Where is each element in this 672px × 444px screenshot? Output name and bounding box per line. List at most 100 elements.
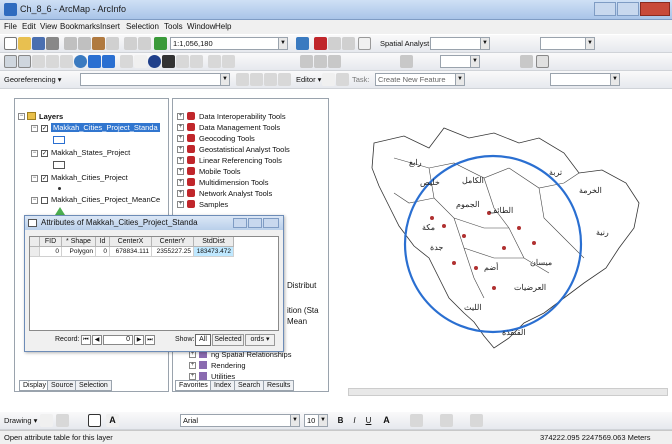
map-horizontal-scrollbar[interactable] [348, 388, 668, 396]
tab-search[interactable]: Search [234, 380, 265, 391]
menu-tools[interactable]: Tools [164, 22, 183, 31]
attribute-grid[interactable]: FID * Shape Id CenterX CenterY StdDist 0… [29, 236, 279, 331]
layer-checkbox[interactable] [41, 197, 48, 204]
back-icon[interactable] [88, 55, 101, 68]
pan-icon[interactable] [60, 55, 73, 68]
georeferencing-menu[interactable]: Georeferencing ▾ [4, 75, 62, 84]
city-point[interactable] [442, 224, 446, 228]
menu-view[interactable]: View [40, 22, 57, 31]
link-icon[interactable] [264, 73, 277, 86]
bold-icon[interactable]: B [334, 414, 347, 427]
forward-icon[interactable] [102, 55, 115, 68]
sketch-tool-icon[interactable] [336, 73, 349, 86]
select-features-icon[interactable] [120, 55, 133, 68]
last-record-button[interactable]: ⏭ [145, 335, 155, 345]
print-icon[interactable] [46, 37, 59, 50]
layout-view-icon[interactable] [222, 55, 235, 68]
tab-selection[interactable]: Selection [75, 380, 112, 391]
layout-align-icon[interactable] [328, 55, 341, 68]
column-header-centerx[interactable]: CenterX [110, 237, 152, 247]
spatial-analyst-menu[interactable]: Spatial Analyst ▾ [380, 39, 435, 48]
table-cell[interactable]: 0 [40, 247, 62, 257]
prev-record-button[interactable]: ◀ [92, 335, 102, 345]
measure-icon[interactable] [176, 55, 189, 68]
hyperlink-icon[interactable] [190, 55, 203, 68]
model-builder-icon[interactable] [342, 37, 355, 50]
grid-tool-icon[interactable] [314, 55, 327, 68]
georef-layer-combo[interactable]: ▼ [80, 73, 230, 86]
toc-layer-label[interactable]: Makkah_States_Project [51, 148, 130, 157]
layout-zoom-combo[interactable]: ▼ [440, 55, 480, 68]
arctoolbox-icon[interactable] [314, 37, 327, 50]
city-point[interactable] [517, 226, 521, 230]
column-header-stddist[interactable]: StdDist [194, 237, 234, 247]
paste-icon[interactable] [92, 37, 105, 50]
city-point[interactable] [462, 234, 466, 238]
fixed-zoom-out-icon[interactable] [46, 55, 59, 68]
expand-icon[interactable]: + [177, 157, 184, 164]
polygon-symbol-icon[interactable] [53, 136, 65, 144]
text-icon[interactable]: A [106, 414, 119, 427]
map-canvas[interactable] [334, 98, 672, 396]
expand-icon[interactable]: + [177, 179, 184, 186]
column-header-fid[interactable]: FID [40, 237, 62, 247]
minimize-button[interactable] [233, 218, 247, 228]
select-elements-icon[interactable] [40, 414, 53, 427]
city-point[interactable] [532, 241, 536, 245]
menu-help[interactable]: Help [215, 22, 231, 31]
rotate-icon[interactable] [236, 73, 249, 86]
expand-icon[interactable]: + [177, 146, 184, 153]
rotate-icon[interactable] [56, 414, 69, 427]
editor-menu[interactable]: Editor ▾ [296, 75, 321, 84]
delete-icon[interactable] [106, 37, 119, 50]
expand-icon[interactable]: + [177, 135, 184, 142]
layer-checkbox[interactable]: ✓ [41, 150, 48, 157]
table-cell[interactable]: 0 [96, 247, 110, 257]
city-point[interactable] [452, 261, 456, 265]
italic-icon[interactable]: I [348, 414, 361, 427]
tab-source[interactable]: Source [47, 380, 78, 391]
show-selected-button[interactable]: Selected [212, 334, 244, 346]
expand-icon[interactable]: + [177, 124, 184, 131]
tab-results[interactable]: Results [263, 380, 295, 391]
polygon-symbol-icon[interactable] [53, 161, 65, 169]
topology-icon[interactable] [300, 55, 313, 68]
attribute-table-window[interactable]: Attributes of Makkah_Cities_Project_Stan… [24, 215, 284, 352]
minimize-button[interactable] [594, 2, 616, 16]
expand-icon[interactable]: + [189, 362, 196, 369]
collapse-icon[interactable]: − [31, 197, 38, 204]
first-record-button[interactable]: ⏮ [81, 335, 91, 345]
tab-index[interactable]: Index [210, 380, 236, 391]
shift-icon[interactable] [250, 73, 263, 86]
raster-combo[interactable]: ▼ [540, 37, 595, 50]
tab-display[interactable]: Display [19, 380, 50, 391]
table-cell[interactable]: 183473.472 [194, 247, 234, 257]
next-record-button[interactable]: ▶ [134, 335, 144, 345]
point-symbol-icon[interactable] [58, 187, 61, 190]
find-icon[interactable] [162, 55, 175, 68]
marker-color-icon[interactable] [470, 414, 483, 427]
expand-icon[interactable]: + [189, 351, 196, 358]
full-extent-icon[interactable] [74, 55, 87, 68]
collapse-icon[interactable]: − [31, 175, 38, 182]
maximize-button[interactable] [248, 218, 262, 228]
edit-tool-icon[interactable] [322, 73, 335, 86]
close-button[interactable] [640, 2, 670, 16]
toc-layer-label[interactable]: Makkah_Cities_Project_Standa [51, 123, 160, 132]
column-header-centery[interactable]: CenterY [152, 237, 194, 247]
select-elements-icon[interactable] [134, 55, 147, 68]
rectangle-icon[interactable] [88, 414, 101, 427]
table-cell[interactable]: 2355227.25 [152, 247, 194, 257]
toc-layer-label[interactable]: Makkah_Cities_Project_MeanCe [51, 195, 160, 204]
underline-icon[interactable]: U [362, 414, 375, 427]
expand-icon[interactable]: + [177, 190, 184, 197]
font-combo[interactable]: Arial ▼ [180, 414, 300, 427]
editor-toolbar-icon[interactable] [296, 37, 309, 50]
menu-file[interactable]: File [4, 22, 17, 31]
column-header[interactable] [30, 237, 40, 247]
column-header-shape[interactable]: * Shape [62, 237, 96, 247]
task-combo[interactable]: Create New Feature ▼ [375, 73, 465, 86]
menu-insert[interactable]: Insert [100, 22, 120, 31]
zoom-in-icon[interactable] [4, 55, 17, 68]
fill-color-icon[interactable] [410, 414, 423, 427]
